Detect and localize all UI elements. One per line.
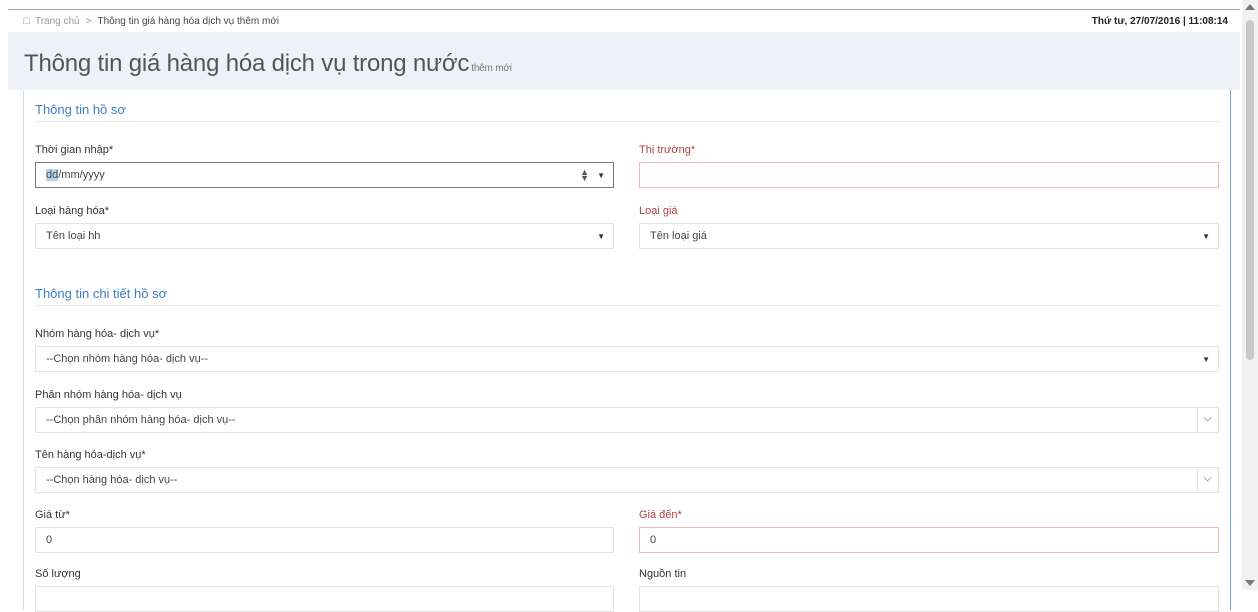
spinner-icon[interactable]: ▲ ▼ [580,168,589,183]
form-panel: Thông tin hồ sơ Thời gian nhập* dd/mm/yy… [23,90,1231,612]
section-divider [35,305,1220,306]
caret-down-icon: ▼ [597,232,605,241]
breadcrumb-home[interactable]: Trang chủ [35,16,80,27]
dropdown-toggle[interactable] [1197,408,1218,432]
home-icon[interactable]: ☖ [22,16,31,27]
subgroup-label: Phân nhóm hàng hóa- dịch vụ [35,389,182,401]
subgroup-value: --Chọn phân nhóm hàng hóa- dịch vụ-- [46,414,236,426]
price-type-label: Loại giá [639,205,678,217]
section-title-detail: Thông tin chi tiết hồ sơ [35,286,168,301]
caret-down-icon: ▼ [1202,355,1210,364]
chevron-down-icon [1203,413,1212,422]
quantity-label: Số lượng [35,568,81,580]
breadcrumb-separator: > [85,15,92,27]
date-rest-segment: /mm/yyyy [58,169,105,181]
price-from-label: Giá từ* [35,509,70,521]
goods-type-select[interactable]: Tên loại hh ▼ [35,223,614,249]
caret-down-icon: ▼ [1202,232,1210,241]
breadcrumb-current: Thông tin giá hàng hóa dịch vụ thêm mới [97,15,280,27]
subgroup-select[interactable]: --Chọn phân nhóm hàng hóa- dịch vụ-- [35,407,1219,433]
vertical-scrollbar[interactable] [1242,0,1258,590]
scroll-down-icon[interactable] [1245,580,1255,586]
goods-type-value: Tên loại hh [46,230,101,242]
source-label: Nguồn tin [639,568,687,580]
date-day-segment[interactable]: dd [46,169,59,181]
price-type-select[interactable]: Tên loại giá ▼ [639,223,1219,249]
time-label: Thời gian nhập* [35,144,114,156]
page-subtitle: thêm mới [471,63,512,74]
section-title-profile: Thông tin hồ sơ [35,102,126,117]
price-type-value: Tên loại giá [650,230,707,242]
market-label: Thị trường* [639,144,696,156]
scroll-thumb[interactable] [1246,20,1254,360]
scroll-up-icon[interactable] [1245,4,1255,10]
section-divider [35,121,1220,122]
price-to-value: 0 [650,534,657,546]
price-to-label: Giá đến* [639,509,682,521]
goods-type-label: Loại hàng hóa* [35,205,110,217]
breadcrumb: ☖ Trang chủ > Thông tin giá hàng hóa dịc… [8,16,279,27]
datetime-display: Thứ tư, 27/07/2016 | 11:08:14 [1091,15,1228,27]
page-header: Thông tin giá hàng hóa dịch vụ trong nướ… [8,32,1240,90]
time-input[interactable]: dd/mm/yyyy ▲ ▼ ▼ [35,162,614,188]
top-bar: ☖ Trang chủ > Thông tin giá hàng hóa dịc… [8,10,1240,32]
price-from-value: 0 [46,534,53,546]
chevron-down-icon [1203,473,1212,482]
dropdown-toggle[interactable] [1197,468,1218,492]
group-label: Nhóm hàng hóa- dịch vụ* [35,328,160,340]
market-input[interactable] [639,162,1219,188]
price-from-input[interactable]: 0 [35,527,614,553]
price-to-input[interactable]: 0 [639,527,1219,553]
group-value: --Chọn nhóm hàng hóa- dịch vụ-- [46,353,209,365]
caret-down-icon[interactable]: ▼ [597,171,605,180]
product-name-select[interactable]: --Chọn hàng hóa- dịch vụ-- [35,467,1219,493]
page-title-text: Thông tin giá hàng hóa dịch vụ trong nướ… [24,50,470,77]
group-select[interactable]: --Chọn nhóm hàng hóa- dịch vụ-- ▼ [35,346,1219,372]
product-name-value: --Chọn hàng hóa- dịch vụ-- [46,474,178,486]
product-name-label: Tên hàng hóa-dịch vụ* [35,449,146,461]
page-title: Thông tin giá hàng hóa dịch vụ trong nướ… [24,50,512,78]
